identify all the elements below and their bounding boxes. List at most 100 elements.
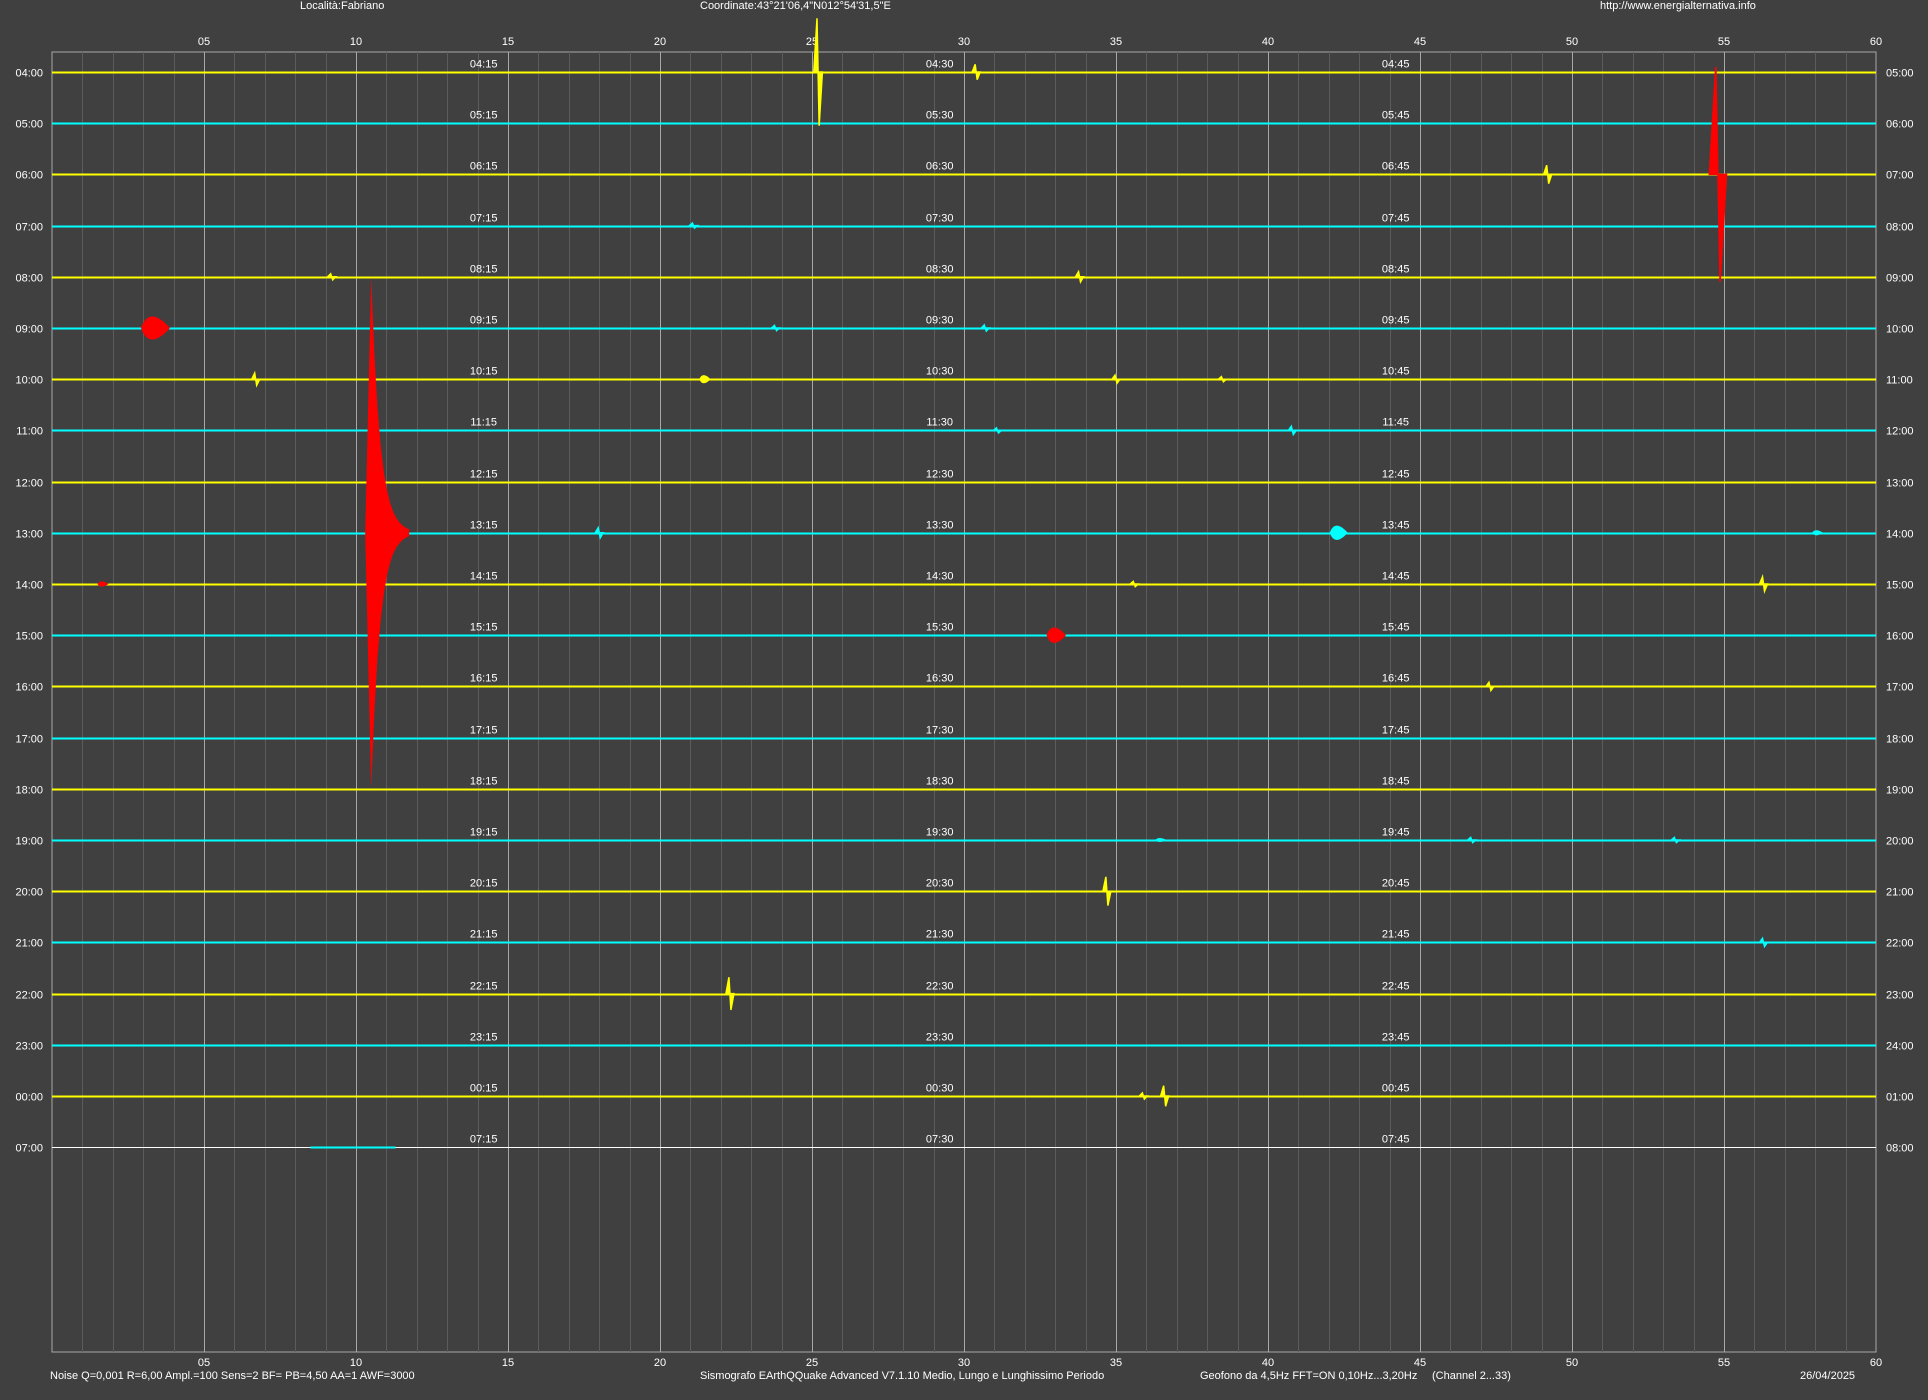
row-time-label-left: 07:00 — [15, 222, 43, 234]
x-tick-label-top: 55 — [1718, 36, 1730, 48]
quarter-label: 15:45 — [1382, 622, 1410, 634]
x-tick-label-bottom: 05 — [198, 1357, 210, 1369]
quarter-label: 05:45 — [1382, 110, 1410, 122]
seismic-burst — [140, 316, 171, 340]
quarter-label: 00:30 — [926, 1083, 954, 1095]
quarter-label: 00:45 — [1382, 1083, 1410, 1095]
quarter-label: 22:30 — [926, 981, 954, 993]
seismic-spike — [1101, 876, 1112, 906]
quarter-label: 13:30 — [926, 520, 954, 532]
row-time-label-right: 13:00 — [1886, 478, 1914, 490]
row-time-label-right: 16:00 — [1886, 631, 1914, 643]
quarter-label: 10:15 — [470, 366, 498, 378]
seismic-spike — [1286, 424, 1298, 437]
quarter-label: 13:45 — [1382, 520, 1410, 532]
quarter-label: 12:15 — [470, 469, 498, 481]
quarter-label: 20:45 — [1382, 878, 1410, 890]
seismic-spike — [1465, 836, 1478, 844]
row-time-label-left: 15:00 — [15, 631, 43, 643]
seismic-spike — [1758, 936, 1769, 949]
quarter-label: 07:45 — [1382, 1134, 1410, 1146]
row-time-label-left: 04:00 — [15, 68, 43, 80]
row-time-label-right: 23:00 — [1886, 990, 1914, 1002]
quarter-label: 12:30 — [926, 469, 954, 481]
row-time-label-left: 12:00 — [15, 478, 43, 490]
quarter-label: 23:15 — [470, 1032, 498, 1044]
row-time-label-right: 07:00 — [1886, 170, 1914, 182]
quarter-label: 21:30 — [926, 929, 954, 941]
quarter-label: 22:15 — [470, 981, 498, 993]
row-time-label-left: 21:00 — [15, 938, 43, 950]
quarter-label: 17:30 — [926, 725, 954, 737]
quarter-label: 07:45 — [1382, 213, 1410, 225]
seismic-burst — [1329, 525, 1348, 540]
x-tick-label-top: 35 — [1110, 36, 1122, 48]
row-time-label-right: 14:00 — [1886, 529, 1914, 541]
x-tick-label-bottom: 55 — [1718, 1357, 1730, 1369]
seismic-spike — [1074, 269, 1085, 285]
quarter-label: 08:15 — [470, 264, 498, 276]
x-tick-label-top: 20 — [654, 36, 666, 48]
quarter-label: 20:30 — [926, 878, 954, 890]
quarter-label: 19:30 — [926, 827, 954, 839]
row-time-label-right: 21:00 — [1886, 887, 1914, 899]
row-time-label-left: 11:00 — [16, 426, 43, 438]
seismic-spike — [1159, 1085, 1170, 1107]
row-time-label-left: 20:00 — [15, 887, 43, 899]
quarter-label: 07:30 — [926, 1134, 954, 1146]
x-tick-label-top: 50 — [1566, 36, 1578, 48]
seismic-spike — [1110, 373, 1122, 386]
website-link[interactable]: http://www.energialternativa.info — [1600, 0, 1756, 12]
row-time-label-right: 10:00 — [1886, 324, 1914, 336]
row-time-label-right: 05:00 — [1886, 68, 1914, 80]
x-tick-label-bottom: 40 — [1262, 1357, 1274, 1369]
row-time-label-left: 23:00 — [15, 1041, 43, 1053]
row-time-label-left: 19:00 — [15, 836, 43, 848]
row-time-label-right: 01:00 — [1886, 1092, 1914, 1104]
seismic-spike — [812, 18, 824, 126]
row-time-label-right: 15:00 — [1886, 580, 1914, 592]
date-label: 26/04/2025 — [1800, 1370, 1856, 1382]
row-time-label-left: 16:00 — [15, 682, 43, 694]
row-time-label-right: 18:00 — [1886, 734, 1914, 746]
seismic-spike — [593, 525, 605, 541]
row-time-label-left: 09:00 — [15, 324, 43, 336]
x-tick-label-bottom: 35 — [1110, 1357, 1122, 1369]
helicorder-chart: 0505101015152020252530303535404045455050… — [15, 18, 1914, 1369]
quarter-label: 15:30 — [926, 622, 954, 634]
seismic-spike — [1758, 574, 1769, 594]
row-time-label-right: 08:00 — [1886, 222, 1914, 234]
row-time-label-left: 10:00 — [15, 375, 43, 387]
x-tick-label-top: 40 — [1262, 36, 1274, 48]
row-time-label-right: 20:00 — [1886, 836, 1914, 848]
row-time-label-right: 17:00 — [1886, 682, 1914, 694]
seismic-spike — [971, 64, 982, 80]
quarter-label: 06:15 — [470, 161, 498, 173]
seismic-spike — [1669, 836, 1682, 844]
quarter-label: 10:45 — [1382, 366, 1410, 378]
x-tick-label-top: 10 — [350, 36, 362, 48]
seismic-burst — [97, 581, 109, 587]
quarter-label: 15:15 — [470, 622, 498, 634]
seismic-burst — [1046, 627, 1066, 643]
row-time-label-left: 08:00 — [15, 273, 43, 285]
x-tick-label-bottom: 45 — [1414, 1357, 1426, 1369]
quarter-label: 17:45 — [1382, 725, 1410, 737]
x-tick-label-bottom: 20 — [654, 1357, 666, 1369]
row-time-label-right: 22:00 — [1886, 938, 1914, 950]
quarter-label: 21:15 — [470, 929, 498, 941]
quarter-label: 10:30 — [926, 366, 954, 378]
row-time-label-right: 09:00 — [1886, 273, 1914, 285]
row-time-label-right: 08:00 — [1886, 1143, 1914, 1155]
row-time-label-left: 18:00 — [15, 785, 43, 797]
quarter-label: 12:45 — [1382, 469, 1410, 481]
x-tick-label-bottom: 25 — [806, 1357, 818, 1369]
x-tick-label-bottom: 60 — [1870, 1357, 1882, 1369]
earthquake-waveform — [365, 276, 410, 789]
x-tick-label-bottom: 15 — [502, 1357, 514, 1369]
row-time-label-left: 05:00 — [15, 119, 43, 131]
seismic-spike — [769, 324, 782, 332]
quarter-label: 21:45 — [1382, 929, 1410, 941]
quarter-label: 07:30 — [926, 213, 954, 225]
quarter-label: 17:15 — [470, 725, 498, 737]
